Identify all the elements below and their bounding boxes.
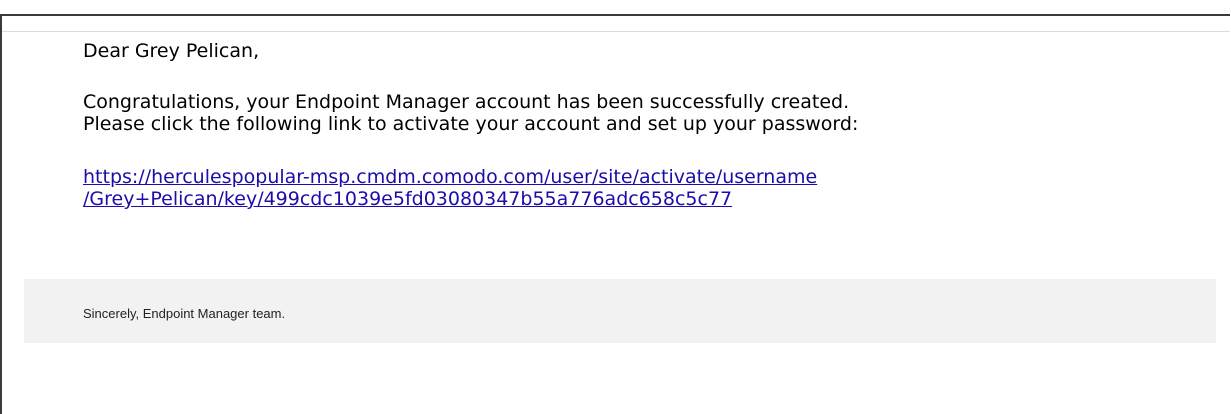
email-footer: Sincerely, Endpoint Manager team. (24, 279, 1216, 343)
activation-link[interactable]: https://herculespopular-msp.cmdm.comodo.… (83, 166, 817, 210)
email-frame (0, 14, 1230, 414)
activation-link-line-2[interactable]: /Grey+Pelican/key/499cdc1039e5fd03080347… (83, 188, 817, 210)
message-line-2: Please click the following link to activ… (83, 113, 859, 135)
email-greeting: Dear Grey Pelican, (83, 40, 260, 62)
header-divider (2, 31, 1230, 32)
message-line-1: Congratulations, your Endpoint Manager a… (83, 91, 850, 113)
activation-link-line-1[interactable]: https://herculespopular-msp.cmdm.comodo.… (83, 166, 817, 188)
email-message: Congratulations, your Endpoint Manager a… (83, 91, 858, 135)
email-signature: Sincerely, Endpoint Manager team. (83, 306, 286, 321)
